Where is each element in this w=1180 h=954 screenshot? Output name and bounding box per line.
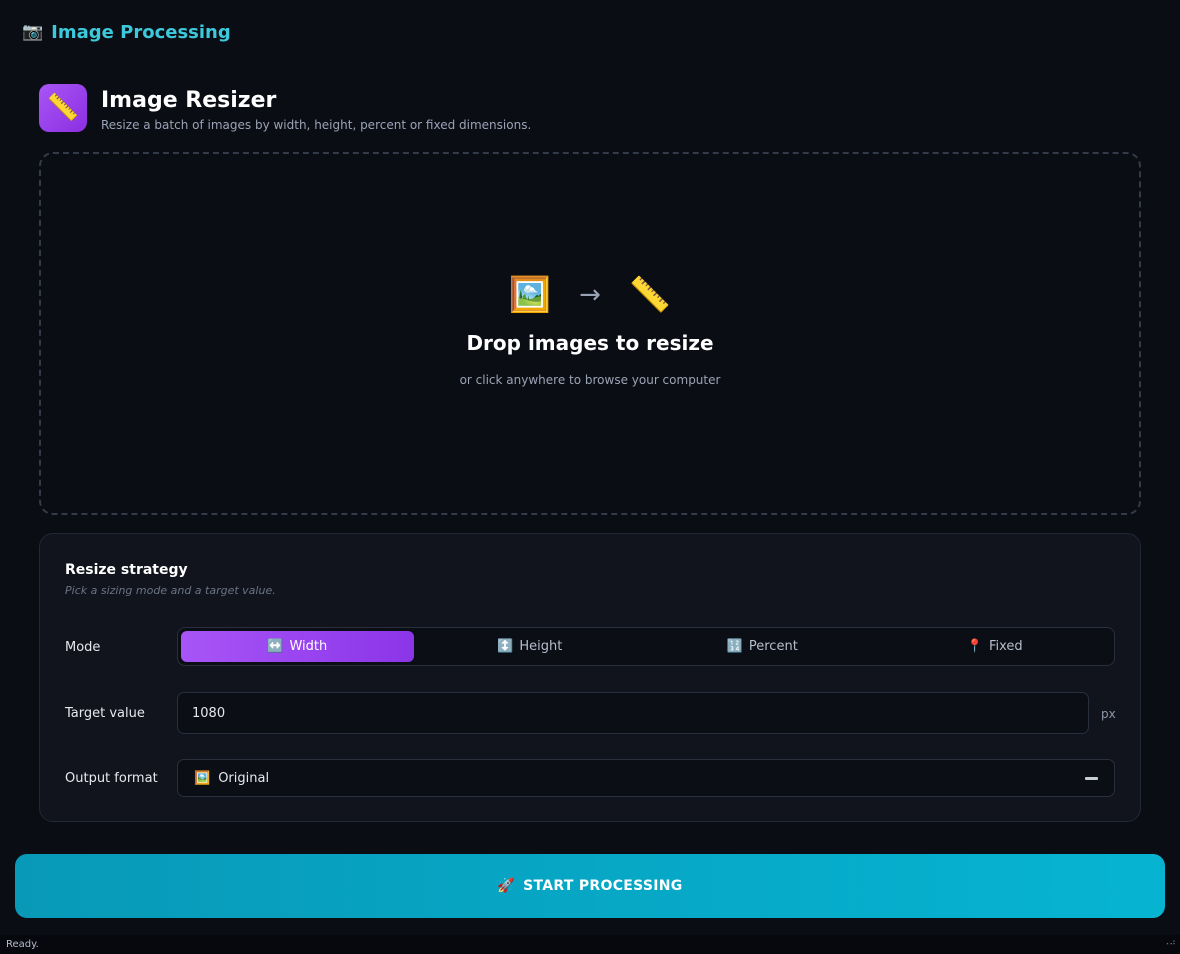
rocket-icon: 🚀	[497, 878, 516, 894]
target-value-input[interactable]	[177, 692, 1089, 734]
resize-strategy-panel: Resize strategy Pick a sizing mode and a…	[39, 533, 1141, 822]
output-format-select[interactable]: 🖼️ Original	[177, 759, 1115, 797]
app-title: Image Processing	[51, 22, 231, 43]
status-bar: Ready. ⠠⠴	[0, 935, 1180, 954]
mode-fixed-button[interactable]: 📍 Fixed	[879, 631, 1112, 662]
dropdown-toggle-icon	[1085, 776, 1098, 780]
mode-width-button[interactable]: ↔️ Width	[181, 631, 414, 662]
panel-subtitle: Pick a sizing mode and a target value.	[65, 584, 276, 597]
arrow-right-icon: →	[579, 279, 601, 310]
output-format-label: Output format	[65, 771, 158, 786]
tool-subtitle: Resize a batch of images by width, heigh…	[101, 118, 532, 132]
start-processing-button[interactable]: 🚀 START PROCESSING	[15, 854, 1165, 918]
pin-icon: 📍	[966, 639, 983, 654]
dropzone-subtitle: or click anywhere to browse your compute…	[459, 372, 721, 387]
drop-illustration: 🖼️ → 📏	[509, 275, 671, 315]
camera-icon: 📷	[22, 22, 44, 42]
panel-title: Resize strategy	[65, 562, 188, 578]
picture-icon: 🖼️	[508, 274, 552, 315]
image-dropzone[interactable]: 🖼️ → 📏 Drop images to resize or click an…	[39, 152, 1141, 515]
start-processing-label: START PROCESSING	[523, 878, 683, 894]
tool-header: 📏 Image Resizer Resize a batch of images…	[39, 84, 531, 132]
up-down-arrow-icon: ↕️	[497, 639, 514, 654]
output-format-value: Original	[218, 770, 270, 786]
mode-selector: ↔️ Width ↕️ Height 🔢 Percent 📍 Fixed	[177, 627, 1115, 666]
mode-label: Mode	[65, 640, 101, 655]
mode-width-label: Width	[289, 639, 328, 654]
status-text: Ready.	[6, 939, 39, 950]
tool-title: Image Resizer	[101, 88, 277, 113]
resize-grip-icon[interactable]: ⠠⠴	[1163, 939, 1176, 948]
mode-fixed-label: Fixed	[989, 639, 1023, 654]
left-right-arrow-icon: ↔️	[267, 639, 284, 654]
ruler-icon: 📏	[39, 84, 87, 132]
mode-percent-button[interactable]: 🔢 Percent	[646, 631, 879, 662]
ruler-icon: 📏	[628, 274, 672, 315]
dropzone-title: Drop images to resize	[466, 330, 714, 355]
target-unit: px	[1101, 707, 1116, 721]
mode-percent-label: Percent	[748, 639, 798, 654]
app-header: 📷 Image Processing	[22, 22, 231, 43]
target-value-label: Target value	[65, 706, 145, 721]
mode-height-label: Height	[519, 639, 563, 654]
picture-icon: 🖼️	[194, 770, 211, 786]
numbers-icon: 🔢	[726, 639, 743, 654]
mode-height-button[interactable]: ↕️ Height	[414, 631, 647, 662]
